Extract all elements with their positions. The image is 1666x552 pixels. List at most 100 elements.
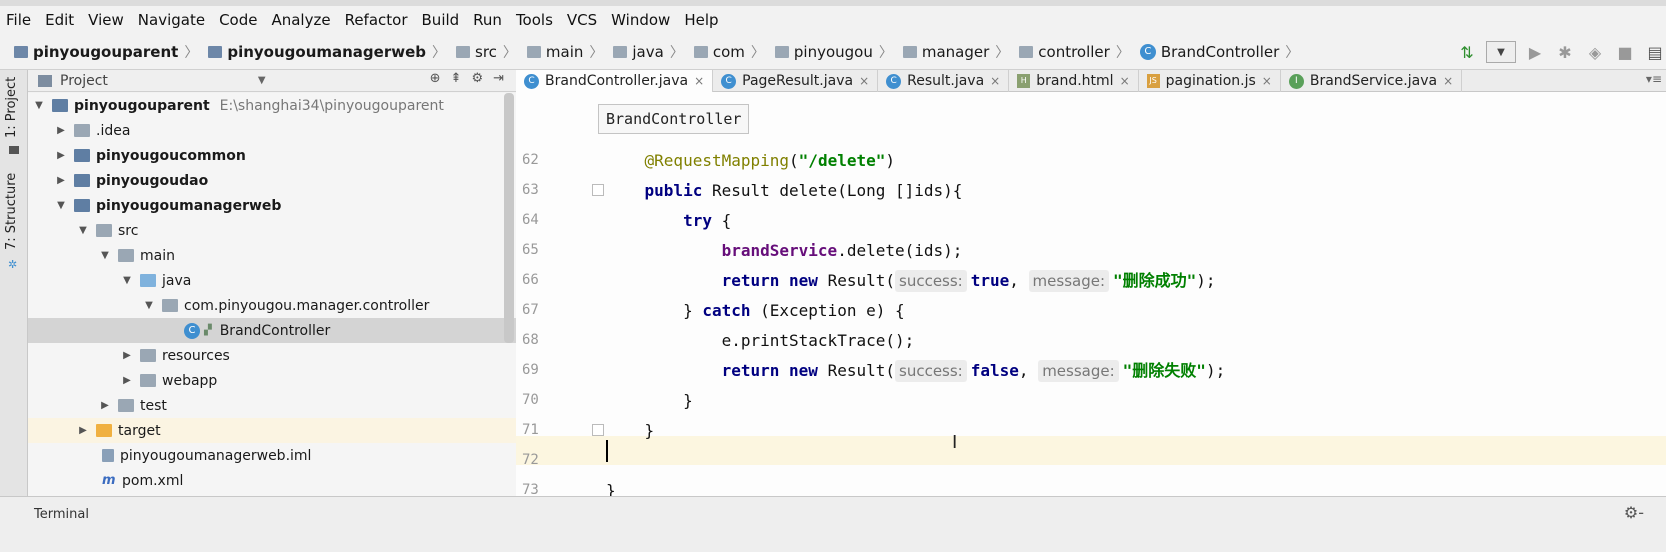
tab-pagination-js[interactable]: JS pagination.js × — [1139, 70, 1281, 92]
tree-item[interactable]: ▶ .idea — [28, 118, 516, 143]
menu-window[interactable]: Window — [611, 11, 670, 29]
module-folder-icon — [74, 174, 90, 187]
tab-project[interactable]: 1: Project — [4, 77, 19, 138]
menu-navigate[interactable]: Navigate — [138, 11, 205, 29]
close-icon[interactable]: × — [859, 74, 869, 88]
project-scrollbar[interactable] — [504, 93, 514, 343]
collapse-icon[interactable]: ⇞ — [451, 71, 462, 86]
tree-item[interactable]: ▼ src — [28, 218, 516, 243]
tree-item[interactable]: m pom.xml — [28, 468, 516, 493]
stop-icon[interactable]: ■ — [1614, 41, 1636, 63]
tree-item[interactable]: ▼ com.pinyougou.manager.controller — [28, 293, 516, 318]
breadcrumb-item[interactable]: com 〉 — [693, 42, 771, 62]
expanded-arrow-icon[interactable]: ▼ — [142, 300, 156, 311]
hide-icon[interactable]: ⇥ — [493, 71, 504, 86]
tree-item-label: pinyougoudao — [96, 172, 209, 189]
code-token: } — [683, 391, 693, 410]
breadcrumb-item[interactable]: src 〉 — [456, 42, 523, 62]
close-icon[interactable]: × — [694, 74, 704, 88]
tree-item[interactable]: ▼ java — [28, 268, 516, 293]
close-icon[interactable]: × — [1443, 74, 1453, 88]
breadcrumb-item[interactable]: pinyougouparent 〉 — [14, 42, 204, 62]
menu-help[interactable]: Help — [684, 11, 718, 29]
close-icon[interactable]: × — [990, 74, 1000, 88]
run-config-dropdown[interactable]: ▼ — [1486, 41, 1516, 63]
chevron-down-icon[interactable]: ▼ — [258, 75, 266, 86]
breadcrumb-item[interactable]: java 〉 — [613, 42, 689, 62]
menu-refactor[interactable]: Refactor — [345, 11, 408, 29]
tab-brandservice[interactable]: I BrandService.java × — [1281, 70, 1463, 92]
breadcrumb-item[interactable]: main 〉 — [526, 42, 609, 62]
close-icon[interactable]: × — [1262, 74, 1272, 88]
code-token: Result( — [817, 271, 895, 290]
tab-pageresult[interactable]: C PageResult.java × — [713, 70, 879, 92]
locate-icon[interactable]: ⊕ — [430, 71, 441, 86]
expanded-arrow-icon[interactable]: ▼ — [98, 250, 112, 261]
tree-item[interactable]: ▼ pinyougouparent E:\shanghai34\pinyougoup… — [28, 93, 516, 118]
gear-icon[interactable]: ⚙ — [471, 71, 483, 86]
sort-icon[interactable]: ⇅ — [1456, 41, 1478, 63]
expanded-arrow-icon[interactable]: ▼ — [32, 100, 46, 111]
coverage-icon[interactable]: ◈ — [1584, 41, 1606, 63]
expanded-arrow-icon[interactable]: ▼ — [54, 200, 68, 211]
tree-item[interactable]: ▶ test — [28, 393, 516, 418]
menu-edit[interactable]: Edit — [45, 11, 74, 29]
tree-item-path: E:\shanghai34\pinyougouparent — [219, 97, 444, 114]
breadcrumb-item[interactable]: pinyougou 〉 — [774, 42, 899, 62]
expanded-arrow-icon[interactable]: ▼ — [120, 275, 134, 286]
menu-tools[interactable]: Tools — [516, 11, 553, 29]
collapsed-arrow-icon[interactable]: ▶ — [98, 400, 112, 411]
collapsed-arrow-icon[interactable]: ▶ — [120, 375, 134, 386]
menu-vcs[interactable]: VCS — [567, 11, 597, 29]
gear-icon[interactable]: ⚙- — [1624, 503, 1644, 522]
menu-run[interactable]: Run — [473, 11, 502, 29]
breadcrumb-item[interactable]: manager 〉 — [902, 42, 1015, 62]
tree-item[interactable]: ▶ resources — [28, 343, 516, 368]
menu-view[interactable]: View — [88, 11, 124, 29]
maven-file-icon: m — [102, 472, 116, 488]
tree-item-selected[interactable]: C ▞ BrandController — [28, 318, 516, 343]
tab-result[interactable]: C Result.java × — [878, 70, 1010, 92]
run-icon[interactable]: ▶ — [1524, 41, 1546, 63]
tree-item[interactable]: ▶ target — [28, 418, 516, 443]
tree-item[interactable]: ▶ pinyougoucommon — [28, 143, 516, 168]
breadcrumb-item[interactable]: C BrandController 〉 — [1139, 42, 1305, 62]
code-area[interactable]: @RequestMapping("/delete") public Result… — [516, 148, 1666, 500]
project-structure-icon[interactable]: ▤ — [1644, 41, 1666, 63]
breadcrumb-item[interactable]: pinyougoumanagerweb 〉 — [208, 42, 452, 62]
collapsed-arrow-icon[interactable]: ▶ — [76, 425, 90, 436]
code-line-69: return new Result(success: false, message… — [606, 356, 1225, 386]
tab-structure[interactable]: 7: Structure — [4, 173, 19, 250]
tree-item[interactable]: ▼ pinyougoumanagerweb — [28, 193, 516, 218]
code-line-71: } — [606, 416, 655, 446]
tree-item[interactable]: ▶ webapp — [28, 368, 516, 393]
menu-file[interactable]: File — [6, 11, 31, 29]
breadcrumb-item[interactable]: controller 〉 — [1019, 42, 1136, 62]
expanded-arrow-icon[interactable]: ▼ — [76, 225, 90, 236]
tab-overflow-icon[interactable]: ▾≡ — [1646, 72, 1662, 86]
collapsed-arrow-icon[interactable]: ▶ — [54, 150, 68, 161]
tree-item[interactable]: ▶ pinyougoudao — [28, 168, 516, 193]
collapsed-arrow-icon[interactable]: ▶ — [54, 175, 68, 186]
collapsed-arrow-icon[interactable]: ▶ — [120, 350, 134, 361]
close-icon[interactable]: × — [1120, 74, 1130, 88]
tree-item[interactable]: pinyougoumanagerweb.iml — [28, 443, 516, 468]
tree-item[interactable]: ▼ main — [28, 243, 516, 268]
terminal-tab[interactable]: Terminal — [34, 507, 89, 522]
code-token: ( — [789, 151, 799, 170]
menu-analyze[interactable]: Analyze — [271, 11, 330, 29]
breadcrumb-label: pinyougouparent — [33, 42, 179, 61]
run-toolbar: ⇅ ▼ ▶ ✱ ◈ ■ ▤ — [1448, 34, 1666, 70]
tab-brand-html[interactable]: Hbrand.html × — [1009, 70, 1139, 92]
code-token: .delete(ids); — [837, 241, 963, 260]
module-folder-icon — [52, 99, 68, 112]
folder-icon — [774, 45, 789, 58]
tab-brandcontroller[interactable]: C BrandController.java × — [516, 70, 714, 92]
debug-icon[interactable]: ✱ — [1554, 41, 1576, 63]
keyword-token: false — [970, 361, 1019, 380]
chevron-right-icon: 〉 — [1115, 44, 1130, 61]
folder-icon — [693, 45, 708, 58]
menu-build[interactable]: Build — [422, 11, 460, 29]
collapsed-arrow-icon[interactable]: ▶ — [54, 125, 68, 136]
menu-code[interactable]: Code — [219, 11, 257, 29]
